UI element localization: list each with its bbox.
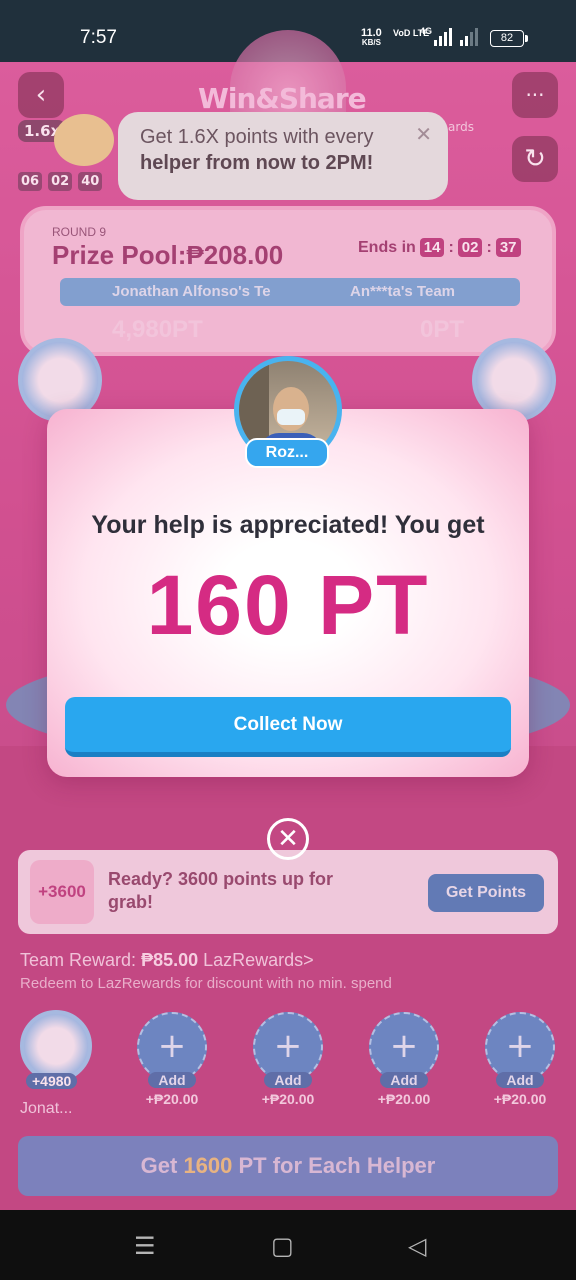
- back-button[interactable]: ‹: [18, 72, 64, 118]
- add-label: Add: [148, 1072, 196, 1088]
- cta-highlight: 1600: [183, 1153, 233, 1178]
- more-dots-icon: ···: [525, 83, 545, 107]
- bonus-badge: +3600: [30, 860, 94, 924]
- rewards-peek-text: ards: [448, 120, 474, 134]
- ready-text: Ready? 3600 points up for grab!: [108, 869, 334, 912]
- tooltip-line-2: helper from now to 2PM!: [140, 152, 374, 174]
- helper-slot[interactable]: + Add +₱20.00: [484, 1012, 556, 1117]
- title-art: Win&Share: [198, 82, 367, 115]
- helper-reward: +₱20.00: [145, 1091, 199, 1107]
- recents-icon[interactable]: ☰: [134, 1232, 156, 1260]
- helper-name-badge: Roz...: [245, 438, 329, 468]
- team-left-score: 4,980PT: [112, 316, 203, 343]
- tooltip-line-1: Get 1.6X points with every: [140, 126, 374, 148]
- refresh-button[interactable]: ↻: [512, 136, 558, 182]
- helper-slot[interactable]: + Add +₱20.00: [368, 1012, 440, 1117]
- helper-slot[interactable]: + Add +₱20.00: [136, 1012, 208, 1117]
- prize-pool: Prize Pool:₱208.00: [52, 240, 284, 270]
- add-label: Add: [496, 1072, 544, 1088]
- helper-reward: +₱20.00: [377, 1091, 431, 1107]
- team-reward-subtitle: Redeem to LazRewards for discount with n…: [20, 975, 392, 992]
- signal-2-icon: [460, 28, 478, 46]
- signal-icon: [434, 28, 452, 46]
- helper-reward: +₱20.00: [261, 1091, 315, 1107]
- nav-back-icon[interactable]: ◁: [408, 1232, 426, 1260]
- team-right-name: An***ta's Team: [350, 283, 455, 300]
- team-reward: Team Reward: ₱85.00 LazRewards>: [20, 950, 314, 970]
- clock: 7:57: [80, 27, 117, 48]
- my-avatar: [20, 1010, 92, 1082]
- collect-now-button[interactable]: Collect Now: [65, 697, 511, 757]
- reward-points: 160 PT: [146, 558, 430, 652]
- close-x-icon[interactable]: ✕: [267, 818, 309, 860]
- more-button[interactable]: ···: [512, 72, 558, 118]
- helper-reward: +₱20.00: [493, 1091, 547, 1107]
- team-right-score: 0PT: [420, 316, 465, 343]
- multiplier-widget[interactable]: 1.6x 06 02 40: [18, 114, 114, 191]
- team-reward-amount: ₱85.00: [141, 950, 199, 970]
- back-chevron-icon: ‹: [35, 80, 47, 110]
- ready-card: +3600 Ready? 3600 points up for grab! Ge…: [18, 850, 558, 934]
- modal-heading: Your help is appreciated! You get: [91, 511, 485, 539]
- tooltip-close-icon[interactable]: ✕: [415, 122, 432, 148]
- system-nav-bar: ☰ ▢ ◁: [0, 1210, 576, 1280]
- team-bar: Jonathan Alfonso's Te An***ta's Team: [60, 278, 520, 306]
- round-timer: Ends in 14: 02: 37: [358, 238, 521, 257]
- multiplier-countdown: 06 02 40: [18, 172, 103, 191]
- helper-slot[interactable]: + Add +₱20.00: [252, 1012, 324, 1117]
- lazrewards-link[interactable]: LazRewards>: [203, 950, 314, 970]
- battery-icon: 82: [490, 30, 528, 47]
- net-speed: 11.0 KB/S: [361, 27, 382, 48]
- add-label: Add: [264, 1072, 312, 1088]
- team-left-name: Jonathan Alfonso's Te: [112, 283, 271, 300]
- home-icon[interactable]: ▢: [271, 1232, 294, 1260]
- my-name: Jonat...: [20, 1100, 73, 1117]
- get-points-button[interactable]: Get Points: [428, 874, 544, 912]
- my-points: +4980: [26, 1073, 78, 1089]
- refresh-icon: ↻: [524, 144, 546, 174]
- mouse-mascot-icon: [54, 114, 114, 166]
- add-label: Add: [380, 1072, 428, 1088]
- get-pt-cta-button[interactable]: Get 1600 PT for Each Helper: [18, 1136, 558, 1196]
- multiplier-tooltip: Get 1.6X points with every helper from n…: [118, 112, 448, 200]
- network-type: 4G: [420, 26, 433, 36]
- round-label: ROUND 9: [52, 225, 107, 239]
